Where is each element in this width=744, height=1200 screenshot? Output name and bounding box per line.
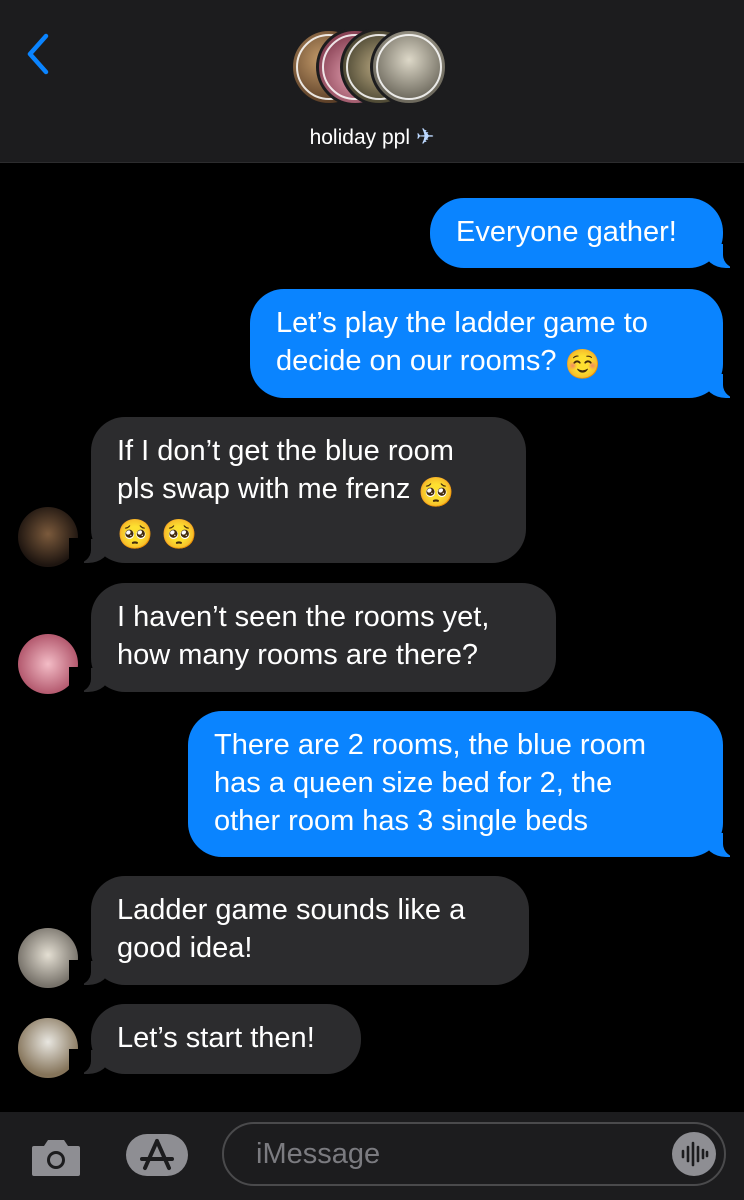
audio-record-button[interactable]: [672, 1132, 716, 1176]
camera-button[interactable]: [30, 1134, 82, 1178]
message-text: Let’s play the ladder game to decide on …: [276, 307, 648, 381]
received-message[interactable]: Let’s start then!: [69, 1004, 361, 1075]
pleading-emoji-pair: 🥺 🥺: [117, 519, 198, 551]
conversation-header: holiday ppl ✈: [0, 0, 744, 163]
message-input-placeholder: iMessage: [256, 1138, 381, 1170]
sent-message[interactable]: Everyone gather!: [430, 198, 744, 269]
message-text: Everyone gather!: [456, 216, 677, 248]
camera-icon: [32, 1140, 80, 1176]
back-button[interactable]: [22, 28, 56, 76]
group-name: holiday ppl: [309, 126, 410, 149]
app-store-button[interactable]: [124, 1132, 190, 1178]
message-text: Let’s start then!: [117, 1022, 315, 1054]
message-input[interactable]: iMessage: [222, 1122, 726, 1186]
message-text-body: If I don’t get the blue room pls swap wi…: [117, 435, 454, 505]
airplane-icon: ✈: [415, 124, 435, 149]
group-title[interactable]: holiday ppl ✈: [0, 124, 744, 150]
received-message[interactable]: Ladder game sounds like a good idea!: [69, 876, 529, 986]
received-message[interactable]: If I don’t get the blue room pls swap wi…: [69, 417, 526, 564]
group-avatar-stack[interactable]: [290, 26, 460, 112]
message-text: I haven’t seen the rooms yet, how many r…: [117, 601, 490, 671]
received-message[interactable]: I haven’t seen the rooms yet, how many r…: [69, 583, 556, 693]
pleading-emoji: 🥺: [418, 477, 455, 509]
composer-bar: iMessage: [0, 1112, 744, 1200]
message-text: If I don’t get the blue room pls swap wi…: [117, 435, 455, 551]
sent-message[interactable]: Let’s play the ladder game to decide on …: [250, 289, 744, 399]
sent-message[interactable]: There are 2 rooms, the blue room has a q…: [188, 711, 744, 858]
chevron-left-icon: [27, 33, 49, 75]
message-text: Ladder game sounds like a good idea!: [117, 894, 466, 964]
message-text: There are 2 rooms, the blue room has a q…: [214, 729, 646, 837]
app-store-icon: [126, 1134, 188, 1176]
waveform-icon: [681, 1141, 709, 1167]
smiling-emoji: ☺️: [564, 349, 601, 381]
group-member-avatar: [370, 28, 448, 106]
